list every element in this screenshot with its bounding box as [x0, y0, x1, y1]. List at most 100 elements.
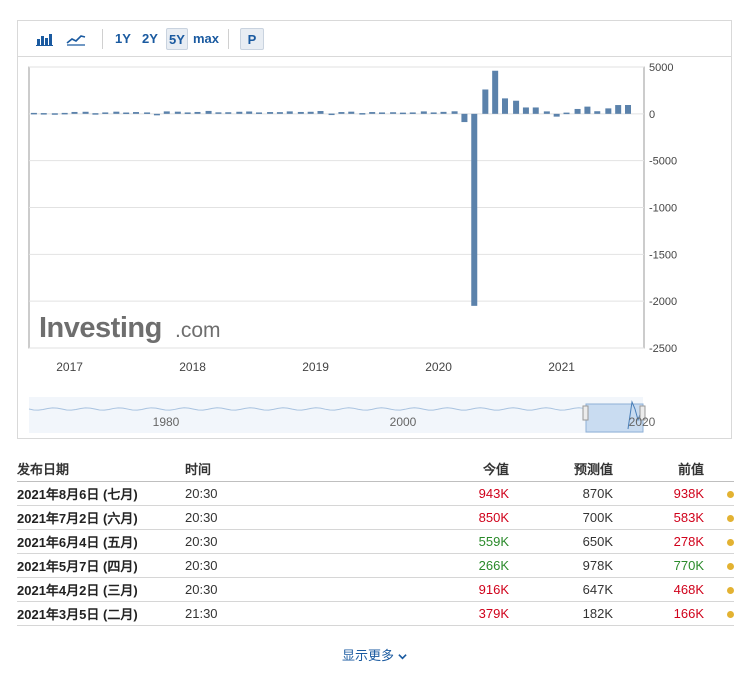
bar	[471, 113, 478, 306]
bar	[605, 108, 612, 114]
range-max-button[interactable]: max	[191, 28, 221, 50]
bar	[532, 107, 539, 114]
row-actual: 916K	[417, 577, 509, 602]
row-date: 2021年4月2日 (三月)	[17, 577, 185, 602]
toolbar-separator	[228, 29, 229, 49]
header-time[interactable]: 时间	[185, 455, 417, 482]
row-forecast: 182K	[509, 601, 613, 626]
bar	[390, 112, 397, 114]
bar	[174, 111, 181, 114]
table-row: 2021年5月7日 (四月) 20:30 266K 978K 770K	[17, 553, 734, 578]
bar	[348, 111, 355, 114]
row-time: 20:30	[185, 505, 417, 530]
bar	[286, 111, 293, 114]
x-tick-label: 2017	[56, 360, 83, 374]
row-time: 20:30	[185, 529, 417, 554]
row-previous: 583K	[613, 505, 704, 530]
table-row: 2021年8月6日 (七月) 20:30 943K 870K 938K	[17, 481, 734, 506]
chart-svg: 5000 0 -5000 -1000 -1500 -2000 -2500 Investing.…	[28, 62, 677, 433]
table-header-row: 发布日期 时间 今值 预测值 前值	[17, 455, 734, 482]
table-row: 2021年6月4日 (五月) 20:30 559K 650K 278K	[17, 529, 734, 554]
bar	[102, 112, 109, 114]
bar	[359, 113, 366, 115]
row-alert[interactable]	[704, 505, 734, 530]
header-alert	[704, 455, 734, 482]
row-alert[interactable]	[704, 481, 734, 506]
table-row: 2021年3月5日 (二月) 21:30 379K 182K 166K	[17, 601, 734, 626]
bar	[440, 111, 447, 114]
bar	[276, 112, 283, 114]
x-tick-label: 2018	[179, 360, 206, 374]
bar	[40, 113, 47, 115]
navigator-label: 2000	[390, 415, 417, 429]
row-actual: 943K	[417, 481, 509, 506]
header-previous[interactable]: 前值	[613, 455, 704, 482]
row-alert[interactable]	[704, 577, 734, 602]
bar	[502, 98, 509, 114]
row-previous: 938K	[613, 481, 704, 506]
bar	[451, 111, 458, 114]
bar	[92, 113, 99, 115]
bar	[267, 112, 274, 114]
bar	[307, 111, 314, 114]
header-date[interactable]: 发布日期	[17, 455, 185, 482]
p-button[interactable]: P	[240, 28, 264, 50]
row-alert[interactable]	[704, 553, 734, 578]
row-alert[interactable]	[704, 529, 734, 554]
x-tick-label: 2020	[425, 360, 452, 374]
bar	[144, 112, 151, 114]
row-forecast: 647K	[509, 577, 613, 602]
area-chart-icon[interactable]	[64, 28, 88, 50]
range-2y-button[interactable]: 2Y	[141, 28, 159, 50]
bar	[113, 111, 120, 114]
bar	[594, 111, 601, 114]
y-tick-label: 0	[649, 109, 655, 121]
x-tick-label: 2019	[302, 360, 329, 374]
bar	[513, 100, 520, 114]
y-tick-label: -1500	[649, 249, 677, 261]
chevron-down-icon	[397, 654, 407, 660]
row-time: 20:30	[185, 577, 417, 602]
importance-dot-icon	[727, 563, 734, 570]
bar	[379, 112, 386, 114]
row-forecast: 978K	[509, 553, 613, 578]
bar	[420, 111, 427, 114]
y-tick-label: 5000	[649, 62, 673, 74]
bar	[163, 111, 170, 114]
show-more-link[interactable]: 显示更多	[342, 645, 407, 664]
header-forecast[interactable]: 预测值	[509, 455, 613, 482]
bar	[409, 112, 416, 114]
table-row: 2021年7月2日 (六月) 20:30 850K 700K 583K	[17, 505, 734, 530]
bar	[184, 112, 191, 114]
bar	[461, 113, 468, 123]
bar	[236, 111, 243, 114]
row-forecast: 870K	[509, 481, 613, 506]
bar	[317, 111, 324, 114]
importance-dot-icon	[727, 539, 734, 546]
header-actual[interactable]: 今值	[417, 455, 509, 482]
row-alert[interactable]	[704, 601, 734, 626]
bar	[338, 112, 345, 114]
bar	[625, 105, 632, 114]
row-actual: 850K	[417, 505, 509, 530]
y-tick-label: -5000	[649, 156, 677, 168]
bar-chart-icon[interactable]	[34, 28, 56, 50]
bar	[563, 112, 570, 115]
bar	[543, 111, 550, 114]
importance-dot-icon	[727, 515, 734, 522]
navigator-label: 2020	[629, 415, 656, 429]
range-1y-button[interactable]: 1Y	[114, 28, 132, 50]
row-previous: 278K	[613, 529, 704, 554]
show-more-label: 显示更多	[342, 648, 395, 663]
bar	[82, 111, 89, 114]
bar	[399, 112, 406, 115]
row-actual: 266K	[417, 553, 509, 578]
chart-toolbar: 1Y 2Y 5Y max P	[18, 21, 731, 57]
row-forecast: 650K	[509, 529, 613, 554]
navigator-background	[29, 397, 643, 433]
row-time: 20:30	[185, 481, 417, 506]
row-time: 21:30	[185, 601, 417, 626]
bar	[574, 108, 581, 114]
bar	[553, 113, 560, 117]
range-5y-button[interactable]: 5Y	[166, 28, 188, 50]
